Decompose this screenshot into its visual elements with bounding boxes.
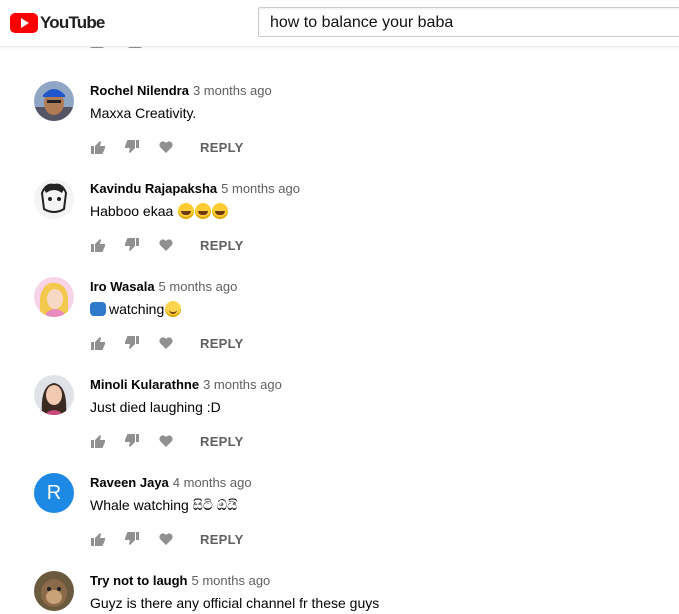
heart-icon[interactable] (158, 237, 174, 253)
comment: Minoli Kularathne 3 months ago Just died … (34, 375, 674, 463)
dislike-icon[interactable] (124, 531, 140, 547)
dislike-icon[interactable] (124, 139, 140, 155)
comment: Try not to laugh 5 months ago Guyz is the… (34, 571, 674, 614)
avatar[interactable] (34, 571, 74, 611)
like-icon[interactable] (90, 433, 106, 449)
comment-text: Whale watching සිටි ඕයි (90, 497, 238, 513)
reply-button[interactable]: REPLY (200, 532, 244, 547)
avatar[interactable] (34, 179, 74, 219)
reply-button[interactable]: REPLY (200, 140, 244, 155)
like-icon[interactable] (90, 139, 106, 155)
author-name[interactable]: Rochel Nilendra (90, 83, 189, 98)
comment: R Raveen Jaya 4 months ago Whale watching… (34, 473, 674, 561)
dislike-icon[interactable] (124, 237, 140, 253)
comment-author: Minoli Kularathne 3 months ago (90, 377, 282, 392)
smile-emoji-icon (165, 301, 182, 317)
masthead: YouTube how to balance your baba (0, 0, 679, 47)
like-icon[interactable] (90, 531, 106, 547)
baby-carriage-emoji-icon (90, 302, 106, 316)
comment-author: Iro Wasala 5 months ago (90, 279, 237, 294)
author-name[interactable]: Try not to laugh (90, 573, 188, 588)
avatar[interactable] (34, 375, 74, 415)
author-name[interactable]: Kavindu Rajapaksha (90, 181, 217, 196)
comment-text: Just died laughing :D (90, 399, 221, 415)
comment-time[interactable]: 3 months ago (203, 377, 282, 392)
search-input[interactable]: how to balance your baba (258, 7, 679, 37)
avatar[interactable]: R (34, 473, 74, 513)
laughing-emoji-icon (212, 203, 229, 219)
comment-actions: REPLY (90, 433, 244, 449)
youtube-play-icon (10, 13, 38, 33)
comment-time[interactable]: 5 months ago (192, 573, 271, 588)
comment-actions: REPLY (90, 237, 244, 253)
comment-text: watching (90, 301, 182, 317)
reply-button[interactable]: REPLY (200, 336, 244, 351)
author-name[interactable]: Raveen Jaya (90, 475, 169, 490)
comment-actions: REPLY (90, 139, 244, 155)
reply-button[interactable]: REPLY (200, 434, 244, 449)
comment-actions: REPLY (90, 531, 244, 547)
like-icon[interactable] (90, 335, 106, 351)
comment-text: Guyz is there any official channel fr th… (90, 595, 380, 611)
comment: Iro Wasala 5 months ago watching REPLY (34, 277, 674, 365)
comment-actions: REPLY (90, 335, 244, 351)
like-icon[interactable] (90, 237, 106, 253)
laughing-emoji-icon (178, 203, 195, 219)
comment-time[interactable]: 5 months ago (221, 181, 300, 196)
heart-icon[interactable] (158, 531, 174, 547)
dislike-icon[interactable] (124, 433, 140, 449)
avatar[interactable] (34, 277, 74, 317)
reply-button[interactable]: REPLY (200, 238, 244, 253)
comment: Rochel Nilendra 3 months ago Maxxa Creati… (34, 81, 674, 169)
comment-author: Try not to laugh 5 months ago (90, 573, 270, 588)
comment-text: Maxxa Creativity. (90, 105, 197, 121)
dislike-icon[interactable] (124, 335, 140, 351)
comment-text: Habboo ekaa (90, 203, 229, 219)
comment-time[interactable]: 5 months ago (159, 279, 238, 294)
heart-icon[interactable] (158, 139, 174, 155)
heart-icon[interactable] (158, 433, 174, 449)
avatar[interactable] (34, 81, 74, 121)
author-name[interactable]: Iro Wasala (90, 279, 155, 294)
comment-author: Raveen Jaya 4 months ago (90, 475, 252, 490)
logo-text: YouTube (40, 13, 105, 32)
comment-author: Kavindu Rajapaksha 5 months ago (90, 181, 300, 196)
comment-author: Rochel Nilendra 3 months ago (90, 83, 272, 98)
comment-time[interactable]: 3 months ago (193, 83, 272, 98)
laughing-emoji-icon (195, 203, 212, 219)
author-name[interactable]: Minoli Kularathne (90, 377, 199, 392)
heart-icon[interactable] (158, 335, 174, 351)
youtube-logo[interactable]: YouTube (10, 12, 105, 34)
comment-time[interactable]: 4 months ago (173, 475, 252, 490)
comment: Kavindu Rajapaksha 5 months ago Habboo ek… (34, 179, 674, 267)
